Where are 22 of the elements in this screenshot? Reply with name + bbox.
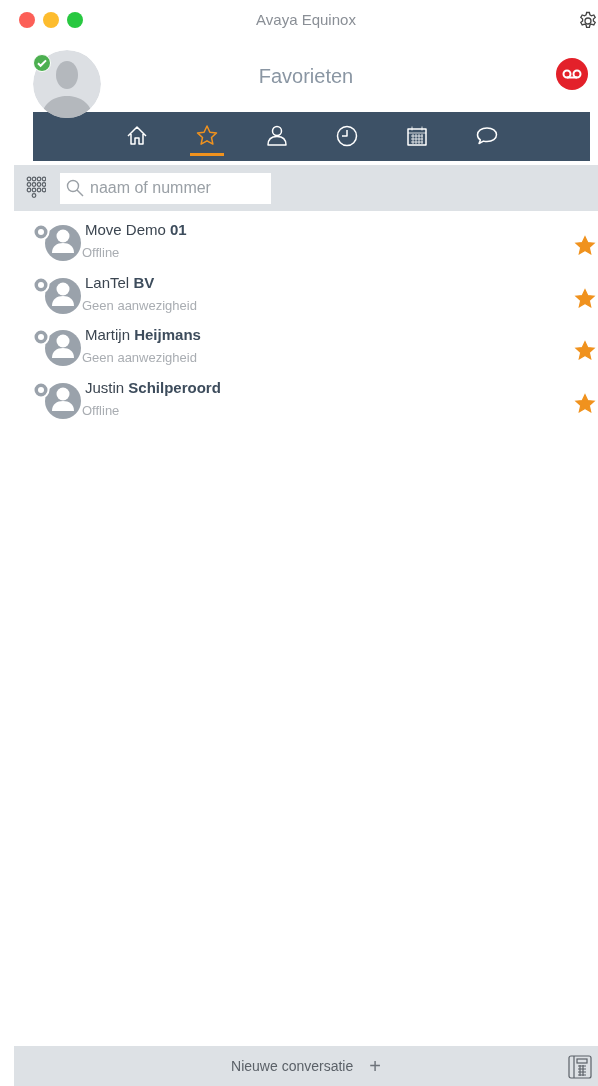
contact-status: Offline <box>82 245 121 262</box>
search-field[interactable]: naam of nummer <box>60 172 271 204</box>
favorite-star-icon[interactable] <box>574 287 596 310</box>
favorite-star-icon[interactable] <box>574 235 596 258</box>
new-conversation-button[interactable]: Nieuwe conversatie + <box>231 1055 381 1077</box>
settings-icon[interactable] <box>578 11 598 31</box>
dialpad-icon[interactable] <box>26 176 46 200</box>
window-title: Avaya Equinox <box>256 9 356 30</box>
contact-status: Geen aanwezigheid <box>82 297 198 314</box>
favorite-star-icon[interactable] <box>574 340 596 363</box>
voicemail-button[interactable] <box>556 58 588 90</box>
favorite-star-icon[interactable] <box>574 392 596 415</box>
contact-status: Offline <box>82 402 121 419</box>
contact-status: Geen aanwezigheid <box>82 350 198 367</box>
close-button[interactable] <box>19 12 35 28</box>
contact-name: LanTel BV <box>85 273 156 292</box>
voicemail-icon <box>562 69 582 79</box>
desk-phone-icon[interactable] <box>568 1054 592 1080</box>
contact-name: Move Demo 01 <box>85 221 188 240</box>
contact-name: Justin Schilperoord <box>85 378 222 397</box>
contact-name: Martijn Heijmans <box>85 326 202 345</box>
page-title: Favorieten <box>258 64 354 89</box>
